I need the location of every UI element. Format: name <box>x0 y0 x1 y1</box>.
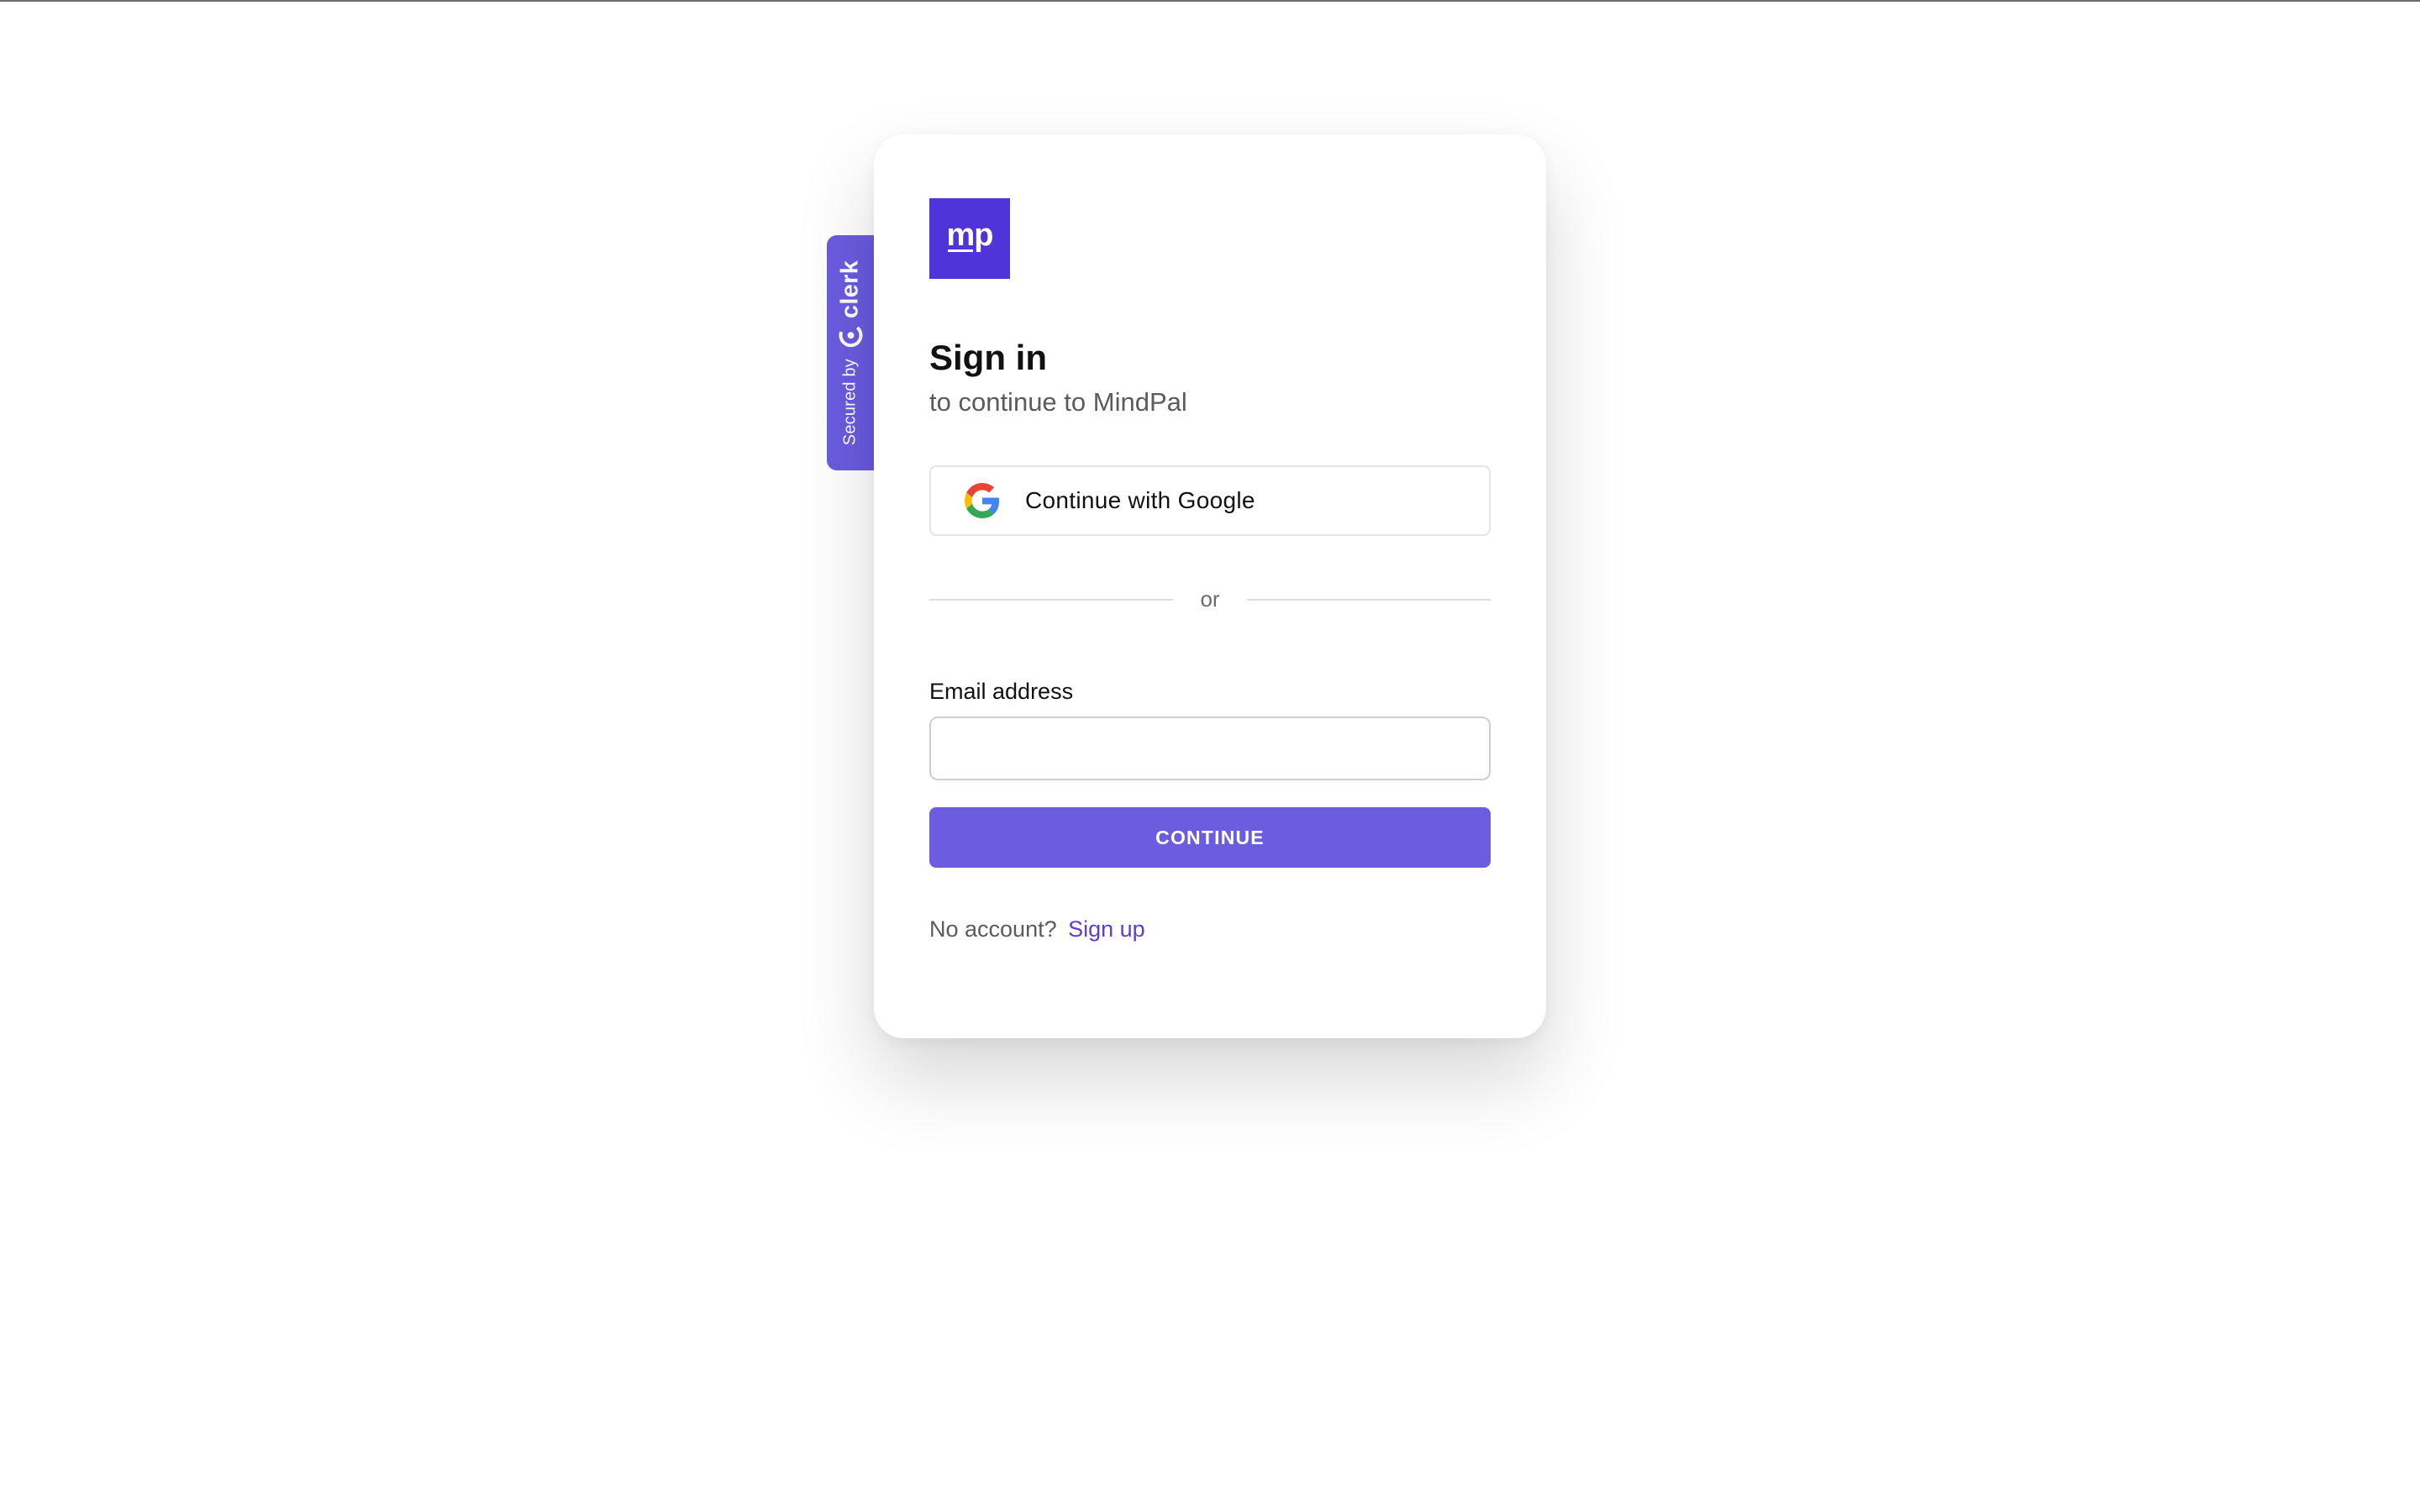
email-input[interactable] <box>929 717 1491 780</box>
sign-in-card: mp Sign in to continue to MindPal Contin… <box>874 134 1546 1038</box>
clerk-icon <box>839 323 862 348</box>
clerk-wordmark: clerk <box>836 260 864 319</box>
secured-by-clerk-badge[interactable]: Secured by clerk <box>827 235 874 470</box>
divider-line-left <box>929 598 1174 601</box>
sign-up-link[interactable]: Sign up <box>1068 916 1145 942</box>
google-button-label: Continue with Google <box>1025 487 1255 513</box>
logo-underline <box>948 249 973 252</box>
secured-by-badge-content: Secured by clerk <box>837 260 865 445</box>
divider-text: or <box>1200 586 1220 612</box>
email-label: Email address <box>929 679 1074 704</box>
continue-button[interactable]: CONTINUE <box>929 807 1491 868</box>
page-title: Sign in <box>929 338 1047 377</box>
continue-with-google-button[interactable]: Continue with Google <box>929 465 1491 536</box>
google-icon <box>965 483 1000 518</box>
no-account-text: No account? <box>929 916 1057 942</box>
page-subtitle: to continue to MindPal <box>929 387 1187 417</box>
mindpal-logo: mp <box>929 198 1010 279</box>
divider-line-right <box>1246 598 1491 601</box>
or-divider: or <box>929 586 1491 612</box>
top-border <box>0 0 2420 2</box>
secured-by-label: Secured by <box>840 359 860 446</box>
no-account-row: No account? Sign up <box>929 916 1491 942</box>
logo-text: mp <box>946 217 994 253</box>
